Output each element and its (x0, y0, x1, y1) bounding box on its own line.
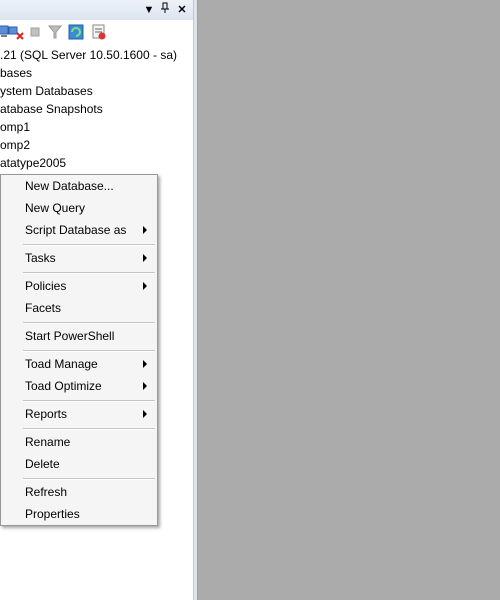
window-position-dropdown-icon[interactable]: ▼ (142, 2, 156, 18)
server-node-label: .21 (SQL Server 10.50.1600 - sa) (0, 48, 177, 62)
tree-node-label: atatype2005 (0, 156, 67, 170)
activity-monitor-icon[interactable] (91, 24, 107, 40)
submenu-arrow-icon (143, 282, 147, 290)
close-icon[interactable]: ✕ (175, 2, 189, 18)
menu-item-rename[interactable]: Rename (1, 431, 157, 453)
tree-node-databases[interactable]: bases (0, 64, 32, 82)
tree-node-label: atabase Snapshots (0, 102, 103, 116)
menu-item-label: Rename (25, 435, 71, 449)
tree-node-system-databases[interactable]: ystem Databases (0, 82, 93, 100)
menu-separator (23, 428, 155, 430)
menu-item-label: Delete (25, 457, 60, 471)
menu-item-new-query[interactable]: New Query (1, 197, 157, 219)
tree-node-label: ystem Databases (0, 84, 93, 98)
menu-item-label: New Query (25, 201, 86, 215)
menu-item-script-database-as[interactable]: Script Database as (1, 219, 157, 241)
menu-item-toad-optimize[interactable]: Toad Optimize (1, 375, 157, 397)
tree-node-comp1[interactable]: omp1 (0, 118, 30, 136)
menu-item-tasks[interactable]: Tasks (1, 247, 157, 269)
menu-separator (23, 244, 155, 246)
server-node[interactable]: .21 (SQL Server 10.50.1600 - sa) (0, 46, 177, 64)
submenu-arrow-icon (143, 360, 147, 368)
tree-node-label: omp1 (0, 120, 31, 134)
panel-titlebar: ▼ ✕ (0, 0, 193, 20)
filter-icon[interactable] (47, 24, 63, 40)
menu-separator (23, 322, 155, 324)
document-area (198, 0, 500, 600)
menu-separator (23, 350, 155, 352)
submenu-arrow-icon (143, 254, 147, 262)
menu-item-new-database[interactable]: New Database... (1, 175, 157, 197)
menu-item-label: Script Database as (25, 223, 127, 237)
menu-item-label: Toad Optimize (25, 379, 102, 393)
submenu-arrow-icon (143, 410, 147, 418)
tree-node-label: omp2 (0, 138, 31, 152)
stop-icon[interactable] (27, 24, 43, 40)
object-explorer-toolbar (0, 21, 193, 43)
submenu-arrow-icon (143, 382, 147, 390)
menu-item-reports[interactable]: Reports (1, 403, 157, 425)
menu-item-properties[interactable]: Properties (1, 503, 157, 525)
menu-item-label: New Database... (25, 179, 114, 193)
refresh-icon[interactable] (68, 24, 84, 40)
menu-item-facets[interactable]: Facets (1, 297, 157, 319)
context-menu: New Database... New Query Script Databas… (0, 174, 158, 526)
tree-node-label: bases (0, 66, 33, 80)
menu-item-label: Policies (25, 279, 67, 293)
menu-separator (23, 478, 155, 480)
menu-item-label: Refresh (25, 485, 68, 499)
menu-item-label: Start PowerShell (25, 329, 115, 343)
submenu-arrow-icon (143, 226, 147, 234)
menu-item-label: Tasks (25, 251, 56, 265)
menu-item-label: Properties (25, 507, 80, 521)
tree-node-database-snapshots[interactable]: atabase Snapshots (0, 100, 103, 118)
menu-item-label: Facets (25, 301, 62, 315)
menu-item-label: Toad Manage (25, 357, 98, 371)
menu-item-label: Reports (25, 407, 68, 421)
menu-item-toad-manage[interactable]: Toad Manage (1, 353, 157, 375)
tree-node-comp2[interactable]: omp2 (0, 136, 30, 154)
tree-node-datatype2005[interactable]: atatype2005 (0, 154, 66, 172)
disconnect-icon[interactable] (8, 24, 24, 40)
menu-item-start-powershell[interactable]: Start PowerShell (1, 325, 157, 347)
menu-item-policies[interactable]: Policies (1, 275, 157, 297)
menu-item-refresh[interactable]: Refresh (1, 481, 157, 503)
pin-icon[interactable] (158, 2, 172, 18)
menu-item-delete[interactable]: Delete (1, 453, 157, 475)
menu-separator (23, 400, 155, 402)
menu-separator (23, 272, 155, 274)
